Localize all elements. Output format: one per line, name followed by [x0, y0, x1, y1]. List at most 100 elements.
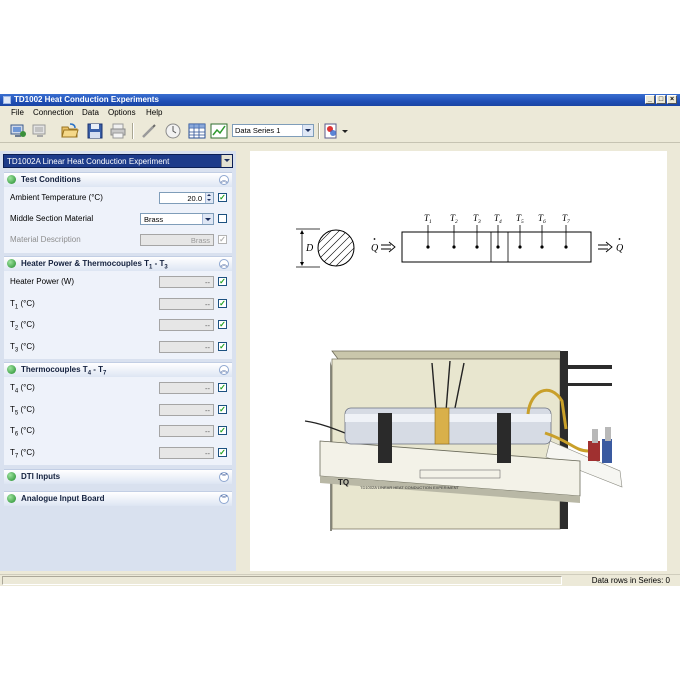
small-chevron-down-icon[interactable]: [339, 122, 357, 140]
checkbox-material[interactable]: [218, 214, 227, 223]
menu-bar: File Connection Data Options Help: [0, 107, 680, 119]
thermocouples-header[interactable]: Thermocouples T4 - T7 ︽: [4, 362, 232, 377]
collapse-icon[interactable]: ︽: [219, 175, 229, 185]
checkbox-heater-power[interactable]: ✓: [218, 277, 227, 286]
t7-field: --: [159, 447, 214, 459]
graph-view-icon[interactable]: [210, 122, 228, 140]
table-view-icon[interactable]: [188, 122, 206, 140]
t3-field: --: [159, 341, 214, 353]
apparatus-label: TD1002A LINEAR HEAT CONDUCTION EXPERIMEN…: [360, 485, 460, 490]
status-bar: Data rows in Series: 0: [0, 574, 680, 586]
data-series-select[interactable]: Data Series 1: [232, 124, 314, 137]
probe-icon[interactable]: [140, 122, 158, 140]
checkbox-t1[interactable]: ✓: [218, 299, 227, 308]
t2-label: T2 (°C): [10, 320, 35, 332]
diagram-canvas: D Q Q T1 T2 T3 T4 T5 T6 T7 TD1002A LINEA…: [250, 151, 667, 571]
open-folder-icon[interactable]: [61, 122, 79, 140]
data-series-value: Data Series 1: [235, 126, 281, 135]
checkbox-t3[interactable]: ✓: [218, 342, 227, 351]
checkbox-ambient[interactable]: ✓: [218, 193, 227, 202]
app-icon: [3, 96, 11, 104]
t4-row: T4 (°C) -- ✓: [4, 378, 232, 398]
material-desc-row: Material Description Brass ✓: [4, 230, 232, 250]
thermocouple-label-1: T1: [424, 213, 432, 225]
left-panel: TD1002A Linear Heat Conduction Experimen…: [0, 151, 236, 571]
minimize-button[interactable]: _: [645, 95, 655, 104]
ambient-temp-input[interactable]: 20.0: [159, 192, 214, 204]
dti-inputs-header[interactable]: DTI Inputs ︾: [4, 469, 232, 484]
save-icon[interactable]: [86, 122, 104, 140]
close-button[interactable]: ×: [667, 95, 677, 104]
checkbox-t4[interactable]: ✓: [218, 383, 227, 392]
t1-row: T1 (°C) -- ✓: [4, 294, 232, 314]
material-desc-field: Brass: [140, 234, 214, 246]
experiment-select-value: TD1002A Linear Heat Conduction Experimen…: [7, 157, 170, 166]
maximize-button[interactable]: □: [656, 95, 666, 104]
material-desc-value: Brass: [190, 236, 210, 245]
ambient-temp-value: 20.0: [187, 194, 202, 203]
analogue-input-header[interactable]: Analogue Input Board ︾: [4, 491, 232, 506]
expand-icon[interactable]: ︾: [219, 472, 229, 482]
thermocouple-sub-3: 3: [477, 219, 481, 225]
thermocouple-sub-7: 7: [567, 219, 570, 225]
menu-data[interactable]: Data: [82, 108, 99, 118]
disconnect-icon[interactable]: [31, 122, 49, 140]
t7-row: T7 (°C) -- ✓: [4, 443, 232, 463]
material-value: Brass: [144, 215, 164, 224]
material-select[interactable]: Brass: [140, 213, 214, 225]
t1-label: T1 (°C): [10, 299, 35, 311]
menu-connection[interactable]: Connection: [33, 108, 73, 118]
expand-icon[interactable]: ︾: [219, 494, 229, 504]
checkbox-t7[interactable]: ✓: [218, 448, 227, 457]
connect-icon[interactable]: [9, 122, 27, 140]
ambient-temp-row: Ambient Temperature (°C) 20.0 ✓: [4, 188, 232, 208]
heater-power-field: --: [159, 276, 214, 288]
t6-field: --: [159, 425, 214, 437]
menu-file[interactable]: File: [11, 108, 24, 118]
t2-field: --: [159, 319, 214, 331]
clock-icon[interactable]: [164, 122, 182, 140]
heater-header[interactable]: Heater Power & Thermocouples T1 - T3 ︽: [4, 256, 232, 271]
t6-row: T6 (°C) -- ✓: [4, 421, 232, 441]
checkbox-t2[interactable]: ✓: [218, 320, 227, 329]
thermocouple-point-1: [426, 245, 430, 249]
test-conditions-header[interactable]: Test Conditions ︽: [4, 172, 232, 187]
data-rows-status: Data rows in Series: 0: [591, 576, 670, 585]
chevron-down-icon[interactable]: [221, 155, 232, 167]
thermocouple-sub-6: 6: [543, 219, 546, 225]
material-label: Middle Section Material: [10, 214, 94, 223]
t5-row: T5 (°C) -- ✓: [4, 400, 232, 420]
thermocouple-label-4: T4: [494, 213, 502, 225]
checkbox-t5[interactable]: ✓: [218, 405, 227, 414]
collapse-icon[interactable]: ︽: [219, 259, 229, 269]
thermocouple-point-3: [475, 245, 479, 249]
t4-label: T4 (°C): [10, 383, 35, 395]
thermocouple-point-2: [452, 245, 456, 249]
t5-label: T5 (°C): [10, 405, 35, 417]
checkbox-t6[interactable]: ✓: [218, 426, 227, 435]
thermocouple-label-2: T2: [450, 213, 458, 225]
diameter-label: D: [305, 243, 314, 254]
checkbox-material-desc: ✓: [218, 235, 227, 244]
t3-label: T3 (°C): [10, 342, 35, 354]
print-icon[interactable]: [109, 122, 127, 140]
ambient-temp-label: Ambient Temperature (°C): [10, 193, 103, 202]
analogue-input-title: Analogue Input Board: [21, 494, 105, 503]
spinner-icon[interactable]: [205, 193, 213, 203]
toolbar: Data Series 1: [0, 120, 680, 143]
thermocouple-sub-5: 5: [521, 219, 524, 225]
collapse-icon[interactable]: ︽: [219, 365, 229, 375]
menu-help[interactable]: Help: [146, 108, 162, 118]
thermocouple-label-3: T3: [473, 213, 481, 225]
menu-options[interactable]: Options: [108, 108, 136, 118]
chevron-down-icon[interactable]: [302, 125, 313, 136]
thermocouple-point-7: [564, 245, 568, 249]
section-bullet-icon: [7, 494, 16, 503]
series-options-icon[interactable]: [322, 122, 340, 140]
section-bullet-icon: [7, 175, 16, 184]
q-out-label: Q: [616, 243, 624, 254]
thermocouple-label-7: T7: [562, 213, 570, 225]
experiment-select[interactable]: TD1002A Linear Heat Conduction Experimen…: [3, 154, 233, 168]
chevron-down-icon[interactable]: [202, 214, 213, 224]
thermocouple-point-4: [496, 245, 500, 249]
